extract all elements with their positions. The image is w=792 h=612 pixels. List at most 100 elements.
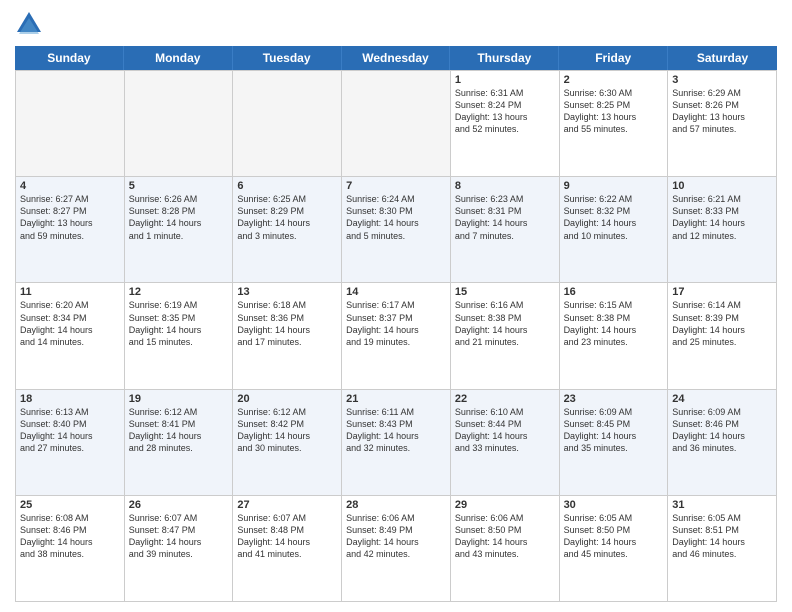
- day-detail: Sunrise: 6:19 AM Sunset: 8:35 PM Dayligh…: [129, 299, 229, 348]
- day-cell-1: 1Sunrise: 6:31 AM Sunset: 8:24 PM Daylig…: [451, 71, 560, 177]
- day-number: 7: [346, 180, 446, 192]
- calendar-row-2: 11Sunrise: 6:20 AM Sunset: 8:34 PM Dayli…: [16, 283, 777, 389]
- calendar-row-4: 25Sunrise: 6:08 AM Sunset: 8:46 PM Dayli…: [16, 496, 777, 602]
- day-detail: Sunrise: 6:06 AM Sunset: 8:50 PM Dayligh…: [455, 512, 555, 561]
- day-number: 27: [237, 499, 337, 511]
- day-cell-6: 6Sunrise: 6:25 AM Sunset: 8:29 PM Daylig…: [233, 177, 342, 283]
- day-number: 8: [455, 180, 555, 192]
- empty-cell: [233, 71, 342, 177]
- day-cell-18: 18Sunrise: 6:13 AM Sunset: 8:40 PM Dayli…: [16, 390, 125, 496]
- day-detail: Sunrise: 6:09 AM Sunset: 8:45 PM Dayligh…: [564, 406, 664, 455]
- logo: [15, 10, 47, 38]
- calendar: SundayMondayTuesdayWednesdayThursdayFrid…: [15, 46, 777, 602]
- day-number: 18: [20, 393, 120, 405]
- day-cell-29: 29Sunrise: 6:06 AM Sunset: 8:50 PM Dayli…: [451, 496, 560, 602]
- header-day-friday: Friday: [559, 46, 668, 70]
- day-detail: Sunrise: 6:22 AM Sunset: 8:32 PM Dayligh…: [564, 193, 664, 242]
- day-number: 13: [237, 286, 337, 298]
- calendar-row-1: 4Sunrise: 6:27 AM Sunset: 8:27 PM Daylig…: [16, 177, 777, 283]
- day-cell-26: 26Sunrise: 6:07 AM Sunset: 8:47 PM Dayli…: [125, 496, 234, 602]
- day-detail: Sunrise: 6:05 AM Sunset: 8:51 PM Dayligh…: [672, 512, 772, 561]
- day-detail: Sunrise: 6:26 AM Sunset: 8:28 PM Dayligh…: [129, 193, 229, 242]
- header-day-wednesday: Wednesday: [342, 46, 451, 70]
- day-detail: Sunrise: 6:20 AM Sunset: 8:34 PM Dayligh…: [20, 299, 120, 348]
- day-number: 30: [564, 499, 664, 511]
- day-cell-13: 13Sunrise: 6:18 AM Sunset: 8:36 PM Dayli…: [233, 283, 342, 389]
- day-cell-17: 17Sunrise: 6:14 AM Sunset: 8:39 PM Dayli…: [668, 283, 777, 389]
- day-detail: Sunrise: 6:21 AM Sunset: 8:33 PM Dayligh…: [672, 193, 772, 242]
- day-cell-3: 3Sunrise: 6:29 AM Sunset: 8:26 PM Daylig…: [668, 71, 777, 177]
- day-detail: Sunrise: 6:17 AM Sunset: 8:37 PM Dayligh…: [346, 299, 446, 348]
- day-number: 12: [129, 286, 229, 298]
- day-detail: Sunrise: 6:25 AM Sunset: 8:29 PM Dayligh…: [237, 193, 337, 242]
- day-number: 16: [564, 286, 664, 298]
- day-detail: Sunrise: 6:09 AM Sunset: 8:46 PM Dayligh…: [672, 406, 772, 455]
- day-number: 24: [672, 393, 772, 405]
- day-detail: Sunrise: 6:24 AM Sunset: 8:30 PM Dayligh…: [346, 193, 446, 242]
- day-cell-4: 4Sunrise: 6:27 AM Sunset: 8:27 PM Daylig…: [16, 177, 125, 283]
- day-cell-16: 16Sunrise: 6:15 AM Sunset: 8:38 PM Dayli…: [560, 283, 669, 389]
- day-detail: Sunrise: 6:16 AM Sunset: 8:38 PM Dayligh…: [455, 299, 555, 348]
- day-detail: Sunrise: 6:29 AM Sunset: 8:26 PM Dayligh…: [672, 87, 772, 136]
- day-detail: Sunrise: 6:12 AM Sunset: 8:41 PM Dayligh…: [129, 406, 229, 455]
- header: [15, 10, 777, 38]
- logo-icon: [15, 10, 43, 38]
- header-day-thursday: Thursday: [450, 46, 559, 70]
- day-cell-27: 27Sunrise: 6:07 AM Sunset: 8:48 PM Dayli…: [233, 496, 342, 602]
- day-detail: Sunrise: 6:06 AM Sunset: 8:49 PM Dayligh…: [346, 512, 446, 561]
- day-detail: Sunrise: 6:31 AM Sunset: 8:24 PM Dayligh…: [455, 87, 555, 136]
- day-cell-15: 15Sunrise: 6:16 AM Sunset: 8:38 PM Dayli…: [451, 283, 560, 389]
- day-number: 19: [129, 393, 229, 405]
- day-number: 9: [564, 180, 664, 192]
- day-cell-8: 8Sunrise: 6:23 AM Sunset: 8:31 PM Daylig…: [451, 177, 560, 283]
- header-day-sunday: Sunday: [15, 46, 124, 70]
- day-detail: Sunrise: 6:23 AM Sunset: 8:31 PM Dayligh…: [455, 193, 555, 242]
- day-number: 1: [455, 74, 555, 86]
- empty-cell: [342, 71, 451, 177]
- day-number: 6: [237, 180, 337, 192]
- day-cell-9: 9Sunrise: 6:22 AM Sunset: 8:32 PM Daylig…: [560, 177, 669, 283]
- day-number: 23: [564, 393, 664, 405]
- calendar-row-3: 18Sunrise: 6:13 AM Sunset: 8:40 PM Dayli…: [16, 390, 777, 496]
- day-cell-11: 11Sunrise: 6:20 AM Sunset: 8:34 PM Dayli…: [16, 283, 125, 389]
- day-number: 11: [20, 286, 120, 298]
- day-detail: Sunrise: 6:14 AM Sunset: 8:39 PM Dayligh…: [672, 299, 772, 348]
- day-number: 2: [564, 74, 664, 86]
- day-cell-12: 12Sunrise: 6:19 AM Sunset: 8:35 PM Dayli…: [125, 283, 234, 389]
- day-number: 26: [129, 499, 229, 511]
- day-number: 5: [129, 180, 229, 192]
- day-number: 17: [672, 286, 772, 298]
- calendar-body: 1Sunrise: 6:31 AM Sunset: 8:24 PM Daylig…: [15, 70, 777, 602]
- day-number: 28: [346, 499, 446, 511]
- day-detail: Sunrise: 6:27 AM Sunset: 8:27 PM Dayligh…: [20, 193, 120, 242]
- day-cell-30: 30Sunrise: 6:05 AM Sunset: 8:50 PM Dayli…: [560, 496, 669, 602]
- page: SundayMondayTuesdayWednesdayThursdayFrid…: [0, 0, 792, 612]
- day-detail: Sunrise: 6:08 AM Sunset: 8:46 PM Dayligh…: [20, 512, 120, 561]
- day-number: 15: [455, 286, 555, 298]
- day-detail: Sunrise: 6:07 AM Sunset: 8:47 PM Dayligh…: [129, 512, 229, 561]
- calendar-header: SundayMondayTuesdayWednesdayThursdayFrid…: [15, 46, 777, 70]
- day-detail: Sunrise: 6:07 AM Sunset: 8:48 PM Dayligh…: [237, 512, 337, 561]
- day-cell-23: 23Sunrise: 6:09 AM Sunset: 8:45 PM Dayli…: [560, 390, 669, 496]
- day-detail: Sunrise: 6:05 AM Sunset: 8:50 PM Dayligh…: [564, 512, 664, 561]
- day-cell-5: 5Sunrise: 6:26 AM Sunset: 8:28 PM Daylig…: [125, 177, 234, 283]
- day-number: 31: [672, 499, 772, 511]
- day-number: 3: [672, 74, 772, 86]
- day-cell-25: 25Sunrise: 6:08 AM Sunset: 8:46 PM Dayli…: [16, 496, 125, 602]
- day-number: 4: [20, 180, 120, 192]
- day-cell-14: 14Sunrise: 6:17 AM Sunset: 8:37 PM Dayli…: [342, 283, 451, 389]
- day-detail: Sunrise: 6:30 AM Sunset: 8:25 PM Dayligh…: [564, 87, 664, 136]
- empty-cell: [125, 71, 234, 177]
- day-detail: Sunrise: 6:18 AM Sunset: 8:36 PM Dayligh…: [237, 299, 337, 348]
- day-cell-22: 22Sunrise: 6:10 AM Sunset: 8:44 PM Dayli…: [451, 390, 560, 496]
- day-number: 25: [20, 499, 120, 511]
- header-day-saturday: Saturday: [668, 46, 777, 70]
- day-cell-20: 20Sunrise: 6:12 AM Sunset: 8:42 PM Dayli…: [233, 390, 342, 496]
- header-day-tuesday: Tuesday: [233, 46, 342, 70]
- day-number: 10: [672, 180, 772, 192]
- day-detail: Sunrise: 6:15 AM Sunset: 8:38 PM Dayligh…: [564, 299, 664, 348]
- day-detail: Sunrise: 6:11 AM Sunset: 8:43 PM Dayligh…: [346, 406, 446, 455]
- header-day-monday: Monday: [124, 46, 233, 70]
- calendar-row-0: 1Sunrise: 6:31 AM Sunset: 8:24 PM Daylig…: [16, 71, 777, 177]
- day-number: 21: [346, 393, 446, 405]
